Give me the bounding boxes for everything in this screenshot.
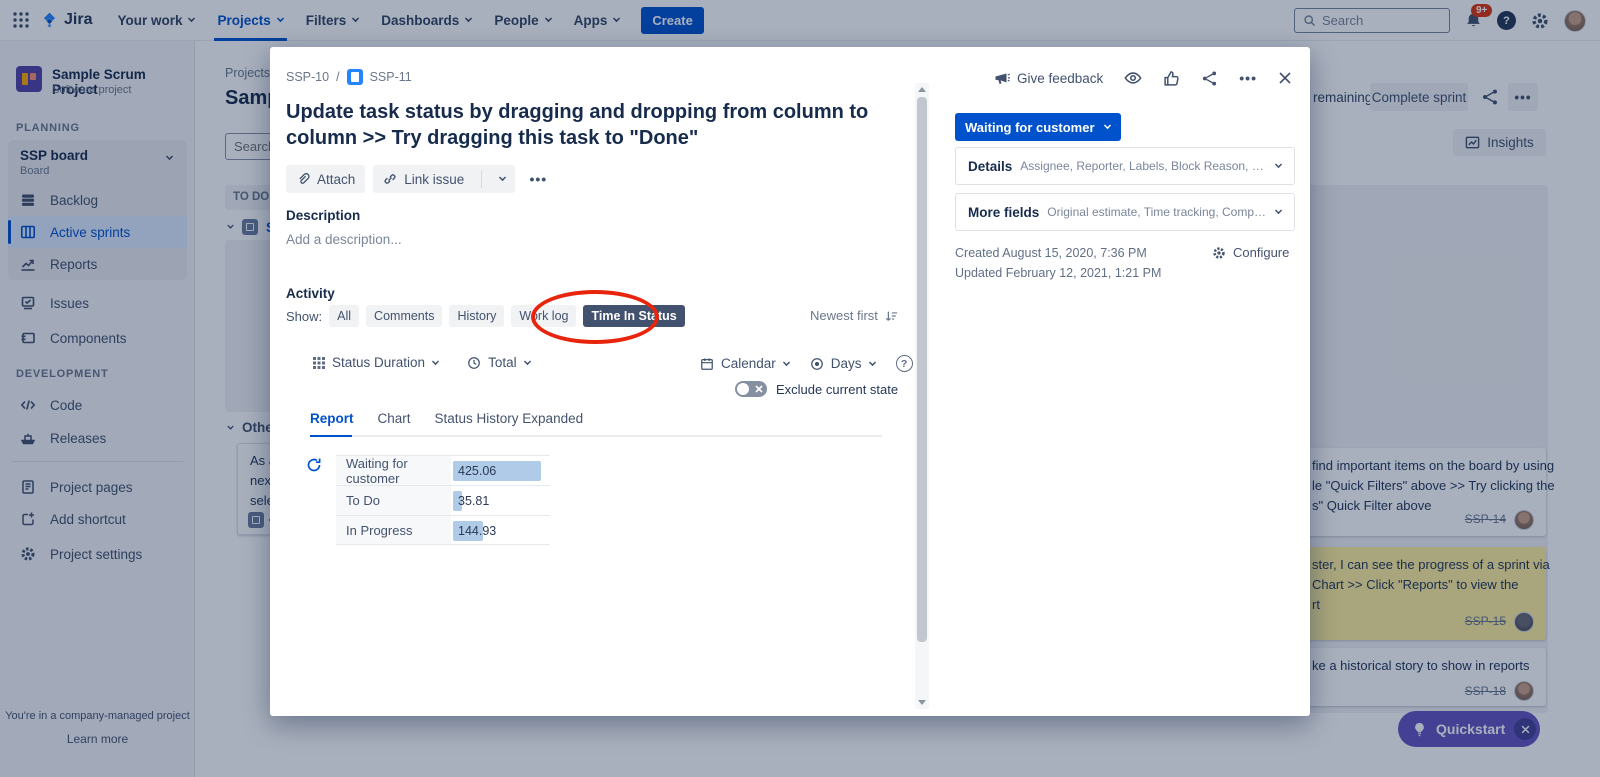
link-issue-split-button: Link issue (373, 165, 515, 193)
issue-action-buttons: Attach Link issue ••• (286, 165, 553, 193)
link-issue-dropdown-chevron[interactable] (489, 165, 515, 193)
issue-breadcrumb: SSP-10 / SSP-11 (286, 69, 412, 85)
status-dropdown-button[interactable]: Waiting for customer (955, 113, 1121, 141)
table-row: To Do 35.81 (336, 485, 550, 515)
table-row: Waiting for customer 425.06 (336, 455, 550, 485)
vote-thumbs-up-icon[interactable] (1163, 70, 1180, 87)
toggle-off-x-icon (755, 385, 763, 393)
sort-order-button[interactable]: Newest first (810, 308, 898, 323)
issue-title[interactable]: Update task status by dragging and dropp… (286, 99, 871, 151)
chevron-down-icon (1275, 207, 1282, 214)
give-feedback-button[interactable]: Give feedback (994, 70, 1103, 86)
jira-app: Jira Your work Projects Filters Dashboar… (0, 0, 1600, 777)
grid-icon (313, 357, 325, 369)
days-unit-dropdown[interactable]: Days (810, 356, 876, 371)
link-issue-button[interactable]: Link issue (373, 165, 474, 193)
scroll-down-arrow[interactable] (918, 700, 926, 705)
activity-label: Activity (286, 286, 335, 301)
show-label: Show: (286, 309, 322, 324)
breadcrumb-current-link[interactable]: SSP-11 (370, 70, 412, 84)
details-panel-header[interactable]: Details Assignee, Reporter, Labels, Bloc… (955, 147, 1295, 185)
status-name-cell: In Progress (336, 516, 451, 544)
exclude-current-state-toggle[interactable] (735, 381, 767, 397)
megaphone-icon (994, 70, 1010, 86)
refresh-icon[interactable] (306, 457, 322, 473)
target-icon (810, 357, 824, 371)
description-placeholder[interactable]: Add a description... (286, 232, 402, 247)
chevron-down-icon (783, 358, 790, 365)
chevron-down-icon (432, 357, 439, 364)
filter-pill-all[interactable]: All (329, 305, 359, 327)
modal-scrollbar[interactable] (915, 83, 929, 709)
description-label: Description (286, 208, 360, 223)
chevron-down-icon (1103, 122, 1110, 129)
table-row: In Progress 144.93 (336, 515, 550, 545)
status-value-cell: 144.93 (451, 516, 549, 544)
chevron-down-icon (868, 358, 875, 365)
gear-icon (1212, 246, 1226, 260)
sort-descending-icon (884, 309, 898, 323)
filter-pill-time-in-status[interactable]: Time In Status (583, 305, 684, 327)
clock-icon (467, 356, 481, 370)
issue-detail-modal: SSP-10 / SSP-11 Give feedback ••• (270, 47, 1310, 716)
exclude-current-state-label: Exclude current state (776, 382, 898, 397)
status-duration-dropdown[interactable]: Status Duration (313, 355, 439, 370)
details-summary: Assignee, Reporter, Labels, Block Reason… (1020, 159, 1267, 173)
modal-header-actions: Give feedback ••• (994, 69, 1292, 87)
scroll-up-arrow[interactable] (918, 87, 926, 92)
more-actions-icon[interactable]: ••• (523, 165, 553, 193)
attach-button[interactable]: Attach (286, 165, 365, 193)
updated-timestamp: Updated February 12, 2021, 1:21 PM (955, 266, 1161, 280)
tab-chart[interactable]: Chart (378, 411, 411, 426)
filter-pill-history[interactable]: History (449, 305, 504, 327)
watch-eye-icon[interactable] (1124, 69, 1142, 87)
total-dropdown[interactable]: Total (467, 355, 531, 370)
exclude-current-state-row: Exclude current state (735, 381, 898, 397)
modal-more-actions-icon[interactable]: ••• (1239, 70, 1257, 86)
filter-pill-comments[interactable]: Comments (366, 305, 442, 327)
help-question-icon[interactable]: ? (896, 355, 913, 372)
close-icon[interactable] (1278, 71, 1292, 85)
tab-status-history-expanded[interactable]: Status History Expanded (435, 411, 584, 426)
activity-filter-row: Show: All Comments History Work log Time… (286, 305, 685, 327)
filter-pill-work-log[interactable]: Work log (511, 305, 576, 327)
tis-toolbar-right: Calendar Days ? (700, 355, 913, 372)
tis-toolbar-left: Status Duration Total (313, 355, 531, 370)
more-fields-panel-header[interactable]: More fields Original estimate, Time trac… (955, 193, 1295, 231)
created-timestamp: Created August 15, 2020, 7:36 PM (955, 246, 1147, 260)
tab-report[interactable]: Report (310, 411, 354, 426)
link-icon (383, 172, 397, 186)
status-name-cell: To Do (336, 486, 451, 515)
chevron-down-icon (524, 357, 531, 364)
chevron-down-icon (1275, 161, 1282, 168)
active-tab-underline (310, 435, 352, 437)
status-name-cell: Waiting for customer (336, 456, 451, 485)
scrollbar-thumb[interactable] (917, 97, 927, 642)
time-in-status-report-table: Waiting for customer 425.06 To Do 35.81 … (336, 455, 550, 545)
breadcrumb-parent-link[interactable]: SSP-10 (286, 70, 329, 84)
calendar-dropdown[interactable]: Calendar (700, 356, 790, 371)
configure-button[interactable]: Configure (1212, 245, 1289, 260)
share-icon[interactable] (1201, 70, 1218, 87)
status-value-cell: 35.81 (451, 486, 549, 515)
status-value-cell: 425.06 (451, 456, 549, 485)
tabs-divider (310, 435, 882, 437)
more-fields-summary: Original estimate, Time tracking, Compon… (1047, 205, 1267, 219)
paperclip-icon (296, 172, 310, 186)
tis-tabs: Report Chart Status History Expanded (310, 411, 583, 426)
task-icon (347, 69, 363, 85)
calendar-icon (700, 357, 714, 371)
